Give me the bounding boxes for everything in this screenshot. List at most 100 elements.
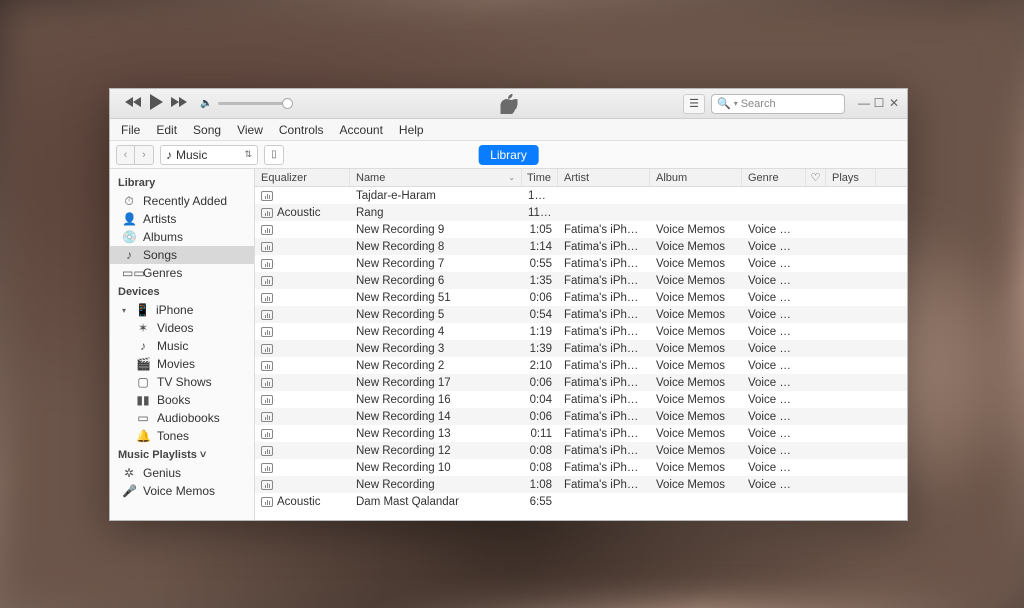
nav-arrows: ‹ › [116,145,154,165]
previous-button[interactable] [124,96,142,111]
cell-time: 0:08 [522,462,558,474]
sidebar-item-tones[interactable]: 🔔Tones [110,427,254,445]
table-row[interactable]: AcousticDam Mast Qalandar6:55 [255,493,907,510]
cell-genre: Voice Memo [742,360,806,372]
col-album[interactable]: Album [650,169,742,186]
cell-album: Voice Memos [650,224,742,236]
sidebar-item-genius[interactable]: ✲Genius [110,464,254,482]
nav-forward-button[interactable]: › [135,146,153,164]
source-selector[interactable]: ♪ Music ⇅ [160,145,258,165]
cell-name: Dam Mast Qalandar [350,496,522,508]
menu-account[interactable]: Account [333,121,390,139]
table-row[interactable]: New Recording 50:54Fatima's iPhoneVoice … [255,306,907,323]
sidebar-icon: 📱 [135,303,149,317]
col-name[interactable]: Name⌄ [350,169,522,186]
cell-genre: Voice Memo [742,377,806,389]
device-button[interactable]: ▯ [264,145,284,165]
col-equalizer[interactable]: Equalizer [255,169,350,186]
col-loved[interactable]: ♡ [806,169,826,186]
menubar: FileEditSongViewControlsAccountHelp [110,119,907,141]
sidebar-item-music[interactable]: ♪Music [110,337,254,355]
table-row[interactable]: New Recording 510:06Fatima's iPhoneVoice… [255,289,907,306]
minimize-button[interactable]: — [857,97,871,111]
table-body: Tajdar-e-Haram10:28AcousticRang11:58New … [255,187,907,520]
table-row[interactable]: New Recording 31:39Fatima's iPhoneVoice … [255,340,907,357]
cell-artist: Fatima's iPhone [558,411,650,423]
menu-edit[interactable]: Edit [149,121,184,139]
music-icon: ♪ [166,148,172,162]
table-row[interactable]: AcousticRang11:58 [255,204,907,221]
cell-album: Voice Memos [650,360,742,372]
sidebar-item-audiobooks[interactable]: ▭Audiobooks [110,409,254,427]
sidebar-item-songs[interactable]: ♪Songs [110,246,254,264]
menu-song[interactable]: Song [186,121,228,139]
sidebar-item-movies[interactable]: 🎬 Movies [110,355,254,373]
search-input[interactable]: 🔍 ▾ Search [711,94,845,114]
nav-back-button[interactable]: ‹ [117,146,135,164]
sidebar-item-label: Movies [157,357,195,371]
col-name-label: Name [356,172,385,184]
disclosure-triangle-icon[interactable]: ▾ [122,306,126,315]
volume-low-icon: 🔈 [200,98,212,109]
equalizer-icon [261,327,273,337]
sidebar-item-books[interactable]: ▮▮Books [110,391,254,409]
table-row[interactable]: New Recording 100:08Fatima's iPhoneVoice… [255,459,907,476]
menu-file[interactable]: File [114,121,147,139]
equalizer-icon [261,395,273,405]
cell-eq [255,190,350,202]
sidebar-item-iphone[interactable]: ▾📱iPhone [110,301,254,319]
table-row[interactable]: New Recording 160:04Fatima's iPhoneVoice… [255,391,907,408]
sidebar-heading: Devices [110,282,254,301]
sidebar-item-label: Tones [157,429,189,443]
sidebar-item-videos[interactable]: ✶Videos [110,319,254,337]
table-row[interactable]: New Recording 120:08Fatima's iPhoneVoice… [255,442,907,459]
cell-time: 11:58 [522,207,558,219]
table-row[interactable]: New Recording1:08Fatima's iPhoneVoice Me… [255,476,907,493]
cell-name: New Recording 4 [350,326,522,338]
cell-album: Voice Memos [650,326,742,338]
col-time[interactable]: Time [522,169,558,186]
next-button[interactable] [170,96,188,111]
equalizer-icon [261,191,273,201]
table-row[interactable]: New Recording 41:19Fatima's iPhoneVoice … [255,323,907,340]
maximize-button[interactable]: ☐ [872,97,886,111]
play-button[interactable] [148,93,164,114]
cell-genre: Voice Memo [742,394,806,406]
table-row[interactable]: New Recording 81:14Fatima's iPhoneVoice … [255,238,907,255]
table-row[interactable]: New Recording 91:05Fatima's iPhoneVoice … [255,221,907,238]
cell-album: Voice Memos [650,377,742,389]
cell-album: Voice Memos [650,258,742,270]
menu-view[interactable]: View [230,121,270,139]
sidebar-item-albums[interactable]: 💿Albums [110,228,254,246]
table-row[interactable]: New Recording 140:06Fatima's iPhoneVoice… [255,408,907,425]
col-genre[interactable]: Genre [742,169,806,186]
cell-eq [255,241,350,253]
table-row[interactable]: Tajdar-e-Haram10:28 [255,187,907,204]
equalizer-icon [261,310,273,320]
cell-name: New Recording 14 [350,411,522,423]
view-list-button[interactable]: ☰ [683,94,705,114]
table-row[interactable]: New Recording 130:11Fatima's iPhoneVoice… [255,425,907,442]
col-plays[interactable]: Plays [826,169,876,186]
sidebar-item-artists[interactable]: 👤Artists [110,210,254,228]
table-row[interactable]: New Recording 61:35Fatima's iPhoneVoice … [255,272,907,289]
sidebar-icon: 🎬 [136,357,150,371]
col-artist[interactable]: Artist [558,169,650,186]
cell-time: 1:35 [522,275,558,287]
table-row[interactable]: New Recording 170:06Fatima's iPhoneVoice… [255,374,907,391]
sidebar-item-genres[interactable]: ▭▭Genres [110,264,254,282]
sidebar-item-recently-added[interactable]: ⏱Recently Added [110,192,254,210]
sidebar-item-tv-shows[interactable]: ▢TV Shows [110,373,254,391]
volume-slider[interactable]: 🔈 [200,98,294,109]
library-tab[interactable]: Library [478,145,539,165]
sidebar-item-voice-memos[interactable]: 🎤Voice Memos [110,482,254,500]
cell-name: New Recording 9 [350,224,522,236]
equalizer-icon [261,276,273,286]
menu-help[interactable]: Help [392,121,431,139]
table-row[interactable]: New Recording 22:10Fatima's iPhoneVoice … [255,357,907,374]
menu-controls[interactable]: Controls [272,121,331,139]
sidebar-item-label: Videos [157,321,193,335]
table-row[interactable]: New Recording 70:55Fatima's iPhoneVoice … [255,255,907,272]
cell-artist: Fatima's iPhone [558,309,650,321]
close-button[interactable]: ✕ [887,97,901,111]
